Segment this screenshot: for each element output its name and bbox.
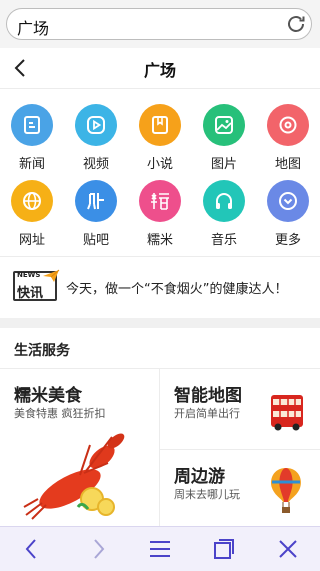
kuaixun-logo-main: 快讯 <box>17 286 44 301</box>
grid-item-map[interactable]: 地图 <box>256 104 320 174</box>
map-pin-icon <box>267 104 309 146</box>
news-headline: 今天，做一个“不食烟火”的健康达人！ <box>66 282 288 297</box>
grid-label: 网址 <box>18 233 45 248</box>
grid-label: 贴吧 <box>82 233 109 248</box>
headphones-icon <box>203 180 245 222</box>
forward-arrow-icon[interactable] <box>86 537 110 561</box>
grid-item-video[interactable]: 视频 <box>64 104 128 174</box>
grid-item-music[interactable]: 音乐 <box>192 180 256 250</box>
grid-item-more[interactable]: 更多 <box>256 180 320 250</box>
refresh-icon[interactable] <box>284 12 308 36</box>
section-title: 生活服务 <box>14 343 70 359</box>
grid-label: 小说 <box>146 157 173 172</box>
book-icon <box>139 104 181 146</box>
card-title: 糯米美食 <box>14 386 82 406</box>
chevron-down-icon <box>267 180 309 222</box>
grid-item-websites[interactable]: 网址 <box>0 180 64 250</box>
close-icon[interactable] <box>276 537 300 561</box>
card-nuomi-food[interactable]: 糯米美食 美食特惠 疯狂折扣 <box>0 369 160 527</box>
url-input[interactable]: 广场 <box>6 8 312 40</box>
image-icon <box>203 104 245 146</box>
hot-air-balloon-image <box>271 468 301 513</box>
grid-label: 糯米 <box>146 233 173 248</box>
bottom-toolbar <box>0 526 320 571</box>
url-text: 广场 <box>17 19 50 38</box>
card-subtitle: 美食特惠 疯狂折扣 <box>14 407 106 420</box>
card-subtitle: 周末去哪儿玩 <box>174 488 240 501</box>
globe-icon <box>11 180 53 222</box>
grid-label: 地图 <box>274 157 301 172</box>
lobster-image <box>23 433 125 520</box>
video-icon <box>75 104 117 146</box>
title-bar: 广场 <box>0 48 320 89</box>
card-title: 周边游 <box>174 467 225 487</box>
tabs-icon[interactable] <box>212 537 236 561</box>
card-title: 智能地图 <box>174 386 242 406</box>
grid-item-novel[interactable]: 小说 <box>128 104 192 174</box>
address-bar: 广场 <box>0 0 320 49</box>
section-divider <box>0 318 320 328</box>
grid-label: 音乐 <box>210 233 237 248</box>
double-decker-bus-image <box>271 395 303 431</box>
page-title: 广场 <box>143 61 176 80</box>
grid-label: 更多 <box>274 233 301 248</box>
grid-label: 新闻 <box>18 157 45 172</box>
card-smart-map[interactable]: 智能地图 开启简单出行 <box>160 369 320 450</box>
menu-icon[interactable] <box>148 537 172 561</box>
paper-plane-icon <box>43 269 60 282</box>
grid-item-tieba[interactable]: 贴吧 <box>64 180 128 250</box>
card-subtitle: 开启简单出行 <box>174 407 240 420</box>
life-services-cards: 糯米美食 美食特惠 疯狂折扣 智能地图 开启简单出行 周边游 周末去哪儿玩 <box>0 368 320 527</box>
news-ticker[interactable]: NEWS 快讯 今天，做一个“不食烟火”的健康达人！ <box>0 256 320 319</box>
news-icon <box>11 104 53 146</box>
grid-label: 图片 <box>210 157 237 172</box>
grid-label: 视频 <box>82 157 109 172</box>
grid-item-news[interactable]: 新闻 <box>0 104 64 174</box>
back-arrow-icon[interactable] <box>20 537 44 561</box>
card-nearby-travel[interactable]: 周边游 周末去哪儿玩 <box>160 450 320 527</box>
nuomi-icon <box>139 180 181 222</box>
grid-item-image[interactable]: 图片 <box>192 104 256 174</box>
tieba-icon <box>75 180 117 222</box>
grid-item-nuomi[interactable]: 糯米 <box>128 180 192 250</box>
kuaixun-logo-small: NEWS <box>17 271 41 279</box>
